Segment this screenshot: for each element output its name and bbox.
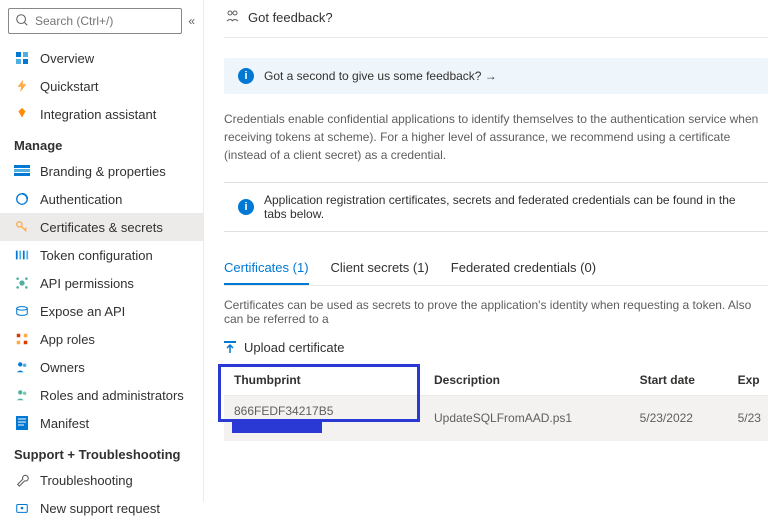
expose-icon bbox=[14, 303, 30, 319]
sidebar: « Overview Quickstart Integration assist… bbox=[0, 0, 204, 502]
tab-client-secrets[interactable]: Client secrets (1) bbox=[331, 254, 429, 285]
nav-section-support: Support + Troubleshooting bbox=[0, 437, 203, 466]
nav-manifest[interactable]: Manifest bbox=[0, 409, 203, 437]
nav-troubleshooting[interactable]: Troubleshooting bbox=[0, 466, 203, 494]
nav-certificates-secrets[interactable]: Certificates & secrets bbox=[0, 213, 203, 241]
nav-app-roles[interactable]: App roles bbox=[0, 325, 203, 353]
cell-expires: 5/23 bbox=[728, 396, 768, 441]
credentials-description: Credentials enable confidential applicat… bbox=[224, 110, 768, 164]
search-row: « bbox=[0, 8, 203, 44]
info-icon: i bbox=[238, 68, 254, 84]
main-content: Got feedback? i Got a second to give us … bbox=[204, 0, 768, 502]
col-description[interactable]: Description bbox=[424, 365, 630, 396]
certificates-table: Thumbprint Description Start date Exp 86… bbox=[224, 365, 768, 441]
nav-label: Token configuration bbox=[40, 248, 153, 263]
nav-expose-api[interactable]: Expose an API bbox=[0, 297, 203, 325]
collapse-sidebar-button[interactable]: « bbox=[188, 14, 195, 28]
tab-certificates[interactable]: Certificates (1) bbox=[224, 254, 309, 285]
nav-label: Integration assistant bbox=[40, 107, 156, 122]
support-icon bbox=[14, 500, 30, 516]
rocket-icon bbox=[14, 106, 30, 122]
nav-label: API permissions bbox=[40, 276, 134, 291]
cell-thumbprint: 866FEDF34217B5 bbox=[224, 396, 424, 441]
token-icon bbox=[14, 247, 30, 263]
nav-label: Troubleshooting bbox=[40, 473, 133, 488]
branding-icon bbox=[14, 163, 30, 179]
table-row[interactable]: 866FEDF34217B5 UpdateSQLFromAAD.ps1 5/23… bbox=[224, 396, 768, 441]
nav-label: Expose an API bbox=[40, 304, 125, 319]
nav-branding[interactable]: Branding & properties bbox=[0, 157, 203, 185]
feedback-header[interactable]: Got feedback? bbox=[224, 0, 768, 38]
nav-label: New support request bbox=[40, 501, 160, 516]
cell-start-date: 5/23/2022 bbox=[630, 396, 728, 441]
tab-description: Certificates can be used as secrets to p… bbox=[224, 298, 768, 326]
feedback-label: Got feedback? bbox=[248, 10, 333, 25]
nav-label: Authentication bbox=[40, 192, 122, 207]
nav-label: Quickstart bbox=[40, 79, 99, 94]
owners-icon bbox=[14, 359, 30, 375]
nav-authentication[interactable]: Authentication bbox=[0, 185, 203, 213]
nav-new-support[interactable]: New support request bbox=[0, 494, 203, 522]
nav-label: App roles bbox=[40, 332, 95, 347]
feedback-prompt-text: Got a second to give us some feedback? → bbox=[264, 69, 497, 83]
info-icon: i bbox=[238, 199, 254, 215]
nav-roles-admins[interactable]: Roles and administrators bbox=[0, 381, 203, 409]
col-expires[interactable]: Exp bbox=[728, 365, 768, 396]
nav-section-manage: Manage bbox=[0, 128, 203, 157]
note-text: Application registration certificates, s… bbox=[264, 193, 754, 221]
nav-label: Certificates & secrets bbox=[40, 220, 163, 235]
feedback-prompt-box[interactable]: i Got a second to give us some feedback?… bbox=[224, 58, 768, 94]
tab-federated-credentials[interactable]: Federated credentials (0) bbox=[451, 254, 596, 285]
cell-description: UpdateSQLFromAAD.ps1 bbox=[424, 396, 630, 441]
overview-icon bbox=[14, 50, 30, 66]
wrench-icon bbox=[14, 472, 30, 488]
nav-integration-assistant[interactable]: Integration assistant bbox=[0, 100, 203, 128]
nav-quickstart[interactable]: Quickstart bbox=[0, 72, 203, 100]
upload-icon bbox=[224, 341, 236, 355]
nav-label: Manifest bbox=[40, 416, 89, 431]
note-box: i Application registration certificates,… bbox=[224, 182, 768, 232]
admin-icon bbox=[14, 387, 30, 403]
col-thumbprint[interactable]: Thumbprint bbox=[224, 365, 424, 396]
search-box[interactable] bbox=[8, 8, 182, 34]
nav-label: Branding & properties bbox=[40, 164, 166, 179]
manifest-icon bbox=[14, 415, 30, 431]
search-input[interactable] bbox=[35, 14, 175, 28]
nav-overview[interactable]: Overview bbox=[0, 44, 203, 72]
search-icon bbox=[15, 13, 29, 30]
nav-api-permissions[interactable]: API permissions bbox=[0, 269, 203, 297]
redaction bbox=[232, 419, 322, 433]
key-icon bbox=[14, 219, 30, 235]
nav-label: Owners bbox=[40, 360, 85, 375]
feedback-icon bbox=[224, 8, 240, 27]
nav-token-config[interactable]: Token configuration bbox=[0, 241, 203, 269]
nav-label: Overview bbox=[40, 51, 94, 66]
api-perm-icon bbox=[14, 275, 30, 291]
quickstart-icon bbox=[14, 78, 30, 94]
auth-icon bbox=[14, 191, 30, 207]
roles-icon bbox=[14, 331, 30, 347]
col-start-date[interactable]: Start date bbox=[630, 365, 728, 396]
tabs: Certificates (1) Client secrets (1) Fede… bbox=[224, 254, 768, 286]
nav-owners[interactable]: Owners bbox=[0, 353, 203, 381]
upload-certificate-button[interactable]: Upload certificate bbox=[224, 340, 768, 355]
upload-label: Upload certificate bbox=[244, 340, 344, 355]
nav-label: Roles and administrators bbox=[40, 388, 184, 403]
